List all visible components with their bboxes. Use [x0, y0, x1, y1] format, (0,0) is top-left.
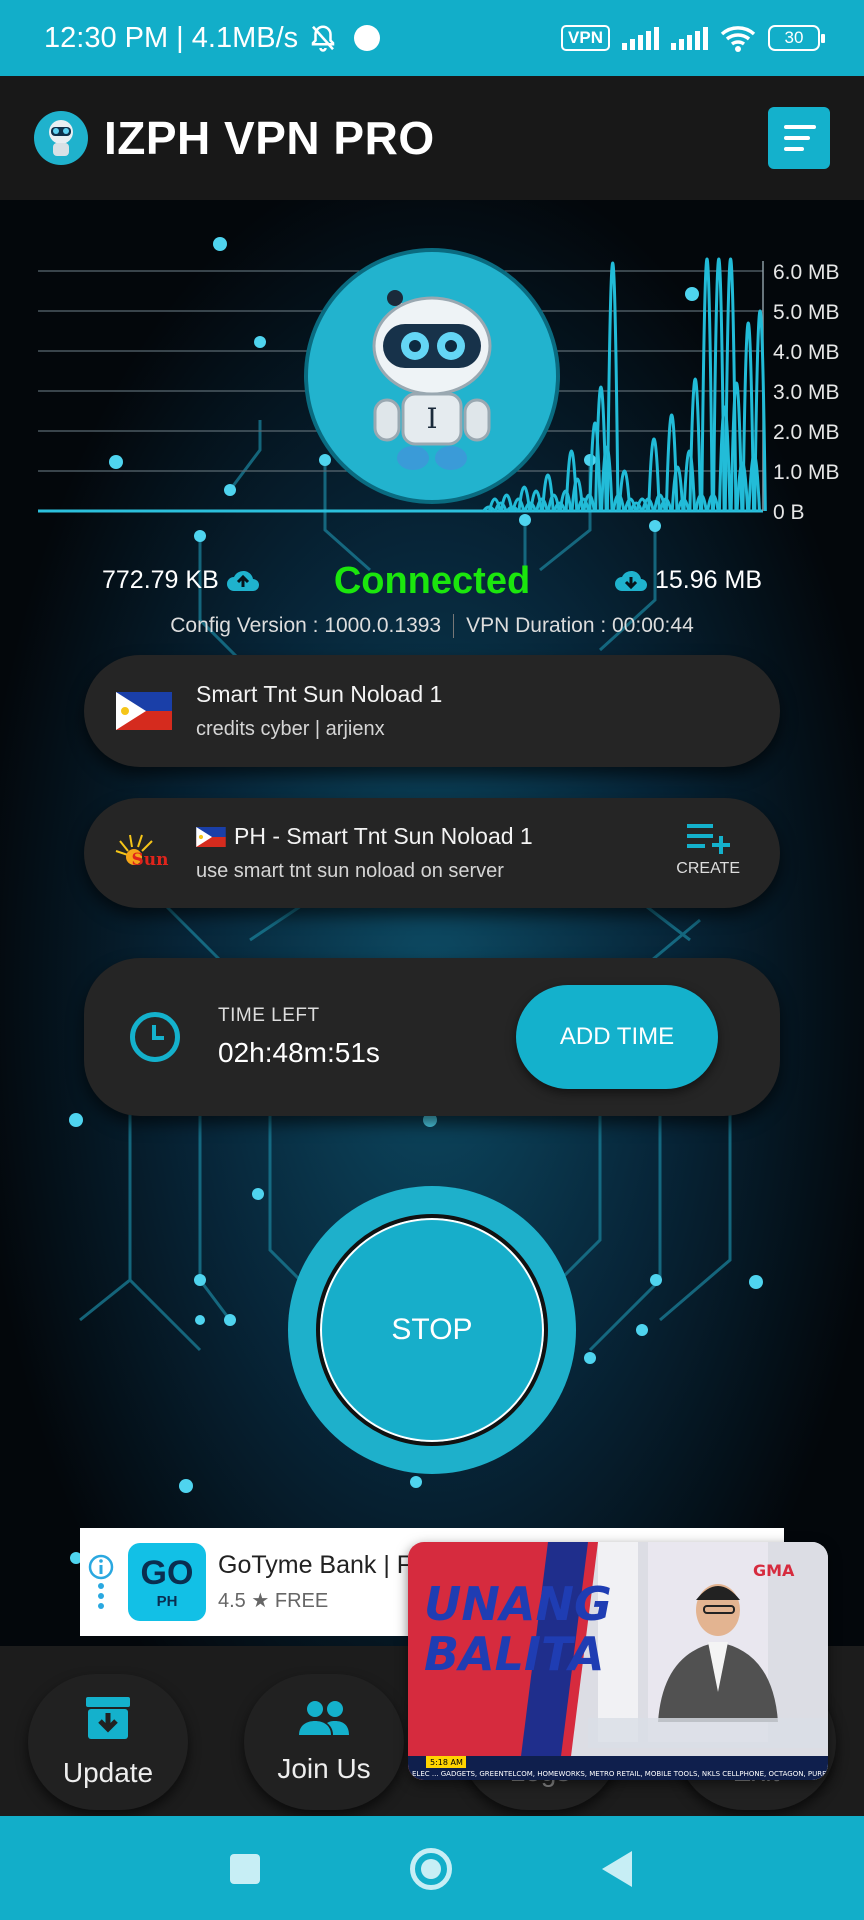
svg-text:I: I [426, 402, 437, 435]
svg-text:UNANG: UNANG [424, 1577, 612, 1631]
svg-text:BALITA: BALITA [424, 1627, 605, 1681]
robot-mascot: I [308, 252, 556, 500]
philippines-flag-icon [196, 826, 226, 847]
config-info: Config Version : 1000.0.1393 VPN Duration… [0, 614, 864, 639]
svg-text:5:18 AM: 5:18 AM [430, 1758, 463, 1767]
ad-app-logo: GO PH [128, 1543, 206, 1621]
home-icon[interactable] [410, 1848, 452, 1890]
create-label: CREATE [676, 860, 740, 877]
time-left-value: 02h:48m:51s [218, 1037, 380, 1068]
info-icon[interactable] [87, 1553, 115, 1581]
main-content: 6.0 MB 5.0 MB 4.0 MB 3.0 MB 2.0 MB 1.0 MB 0 B … [0, 200, 864, 1646]
chart-y-tick-label: 6.0 MB [773, 261, 840, 284]
stop-button[interactable]: STOP [288, 1186, 576, 1474]
back-icon[interactable] [602, 1851, 632, 1887]
chart-y-tick-label: 2.0 MB [773, 421, 840, 444]
chart-traffic-spike [700, 257, 714, 512]
chart-traffic-spike [753, 309, 767, 512]
sun-logo: Sun [114, 833, 174, 873]
chart-traffic-spike [711, 257, 726, 512]
svg-text:Sun: Sun [132, 850, 169, 870]
dot-icon [354, 25, 381, 51]
network-subtitle: use smart tnt sun noload on server [196, 860, 504, 882]
app-title: IZPH VPN PRO [104, 112, 435, 164]
battery-icon: 30 [768, 25, 825, 51]
svg-text:GMA: GMA [753, 1561, 795, 1580]
robot-icon: I [372, 290, 492, 470]
archive-download-icon [86, 1697, 130, 1739]
wifi-icon [720, 26, 756, 52]
playlist-add-icon [687, 824, 731, 854]
time-left-label: TIME LEFT [218, 1005, 320, 1026]
chart-y-tick-label: 4.0 MB [773, 341, 840, 364]
download-stat: 15.96 MB [613, 566, 762, 595]
chart-traffic-spike [605, 261, 620, 512]
pip-video-player[interactable]: UNANG BALITA GMA 5:18 AM ELEC ... GADGET… [408, 1542, 828, 1780]
chart-traffic-spike [541, 473, 555, 512]
system-nav-bar [0, 1816, 864, 1920]
chart-traffic-spike [617, 469, 632, 512]
chart-y-tick-label: 3.0 MB [773, 381, 840, 404]
clock-icon [130, 1012, 180, 1062]
chart-traffic-spike [664, 413, 679, 512]
chart-y-tick-label: 5.0 MB [773, 301, 840, 324]
ad-rating: 4.5 ★ FREE [218, 1590, 329, 1612]
nav-update[interactable]: Update [28, 1674, 188, 1810]
stop-label: STOP [323, 1221, 541, 1439]
news-broadcast-frame: UNANG BALITA GMA 5:18 AM ELEC ... GADGET… [408, 1542, 828, 1780]
app-logo [34, 111, 88, 165]
create-button[interactable]: CREATE [676, 820, 740, 878]
chart-y-tick-label: 0 B [773, 501, 805, 524]
nav-join-us[interactable]: Join Us [244, 1674, 404, 1810]
bell-muted-icon [311, 25, 335, 52]
nav-join-us-label: Join Us [277, 1753, 371, 1784]
download-value: 15.96 MB [654, 566, 762, 594]
hamburger-menu-icon [784, 125, 816, 129]
chart-y-tick-label: 1.0 MB [773, 461, 840, 484]
vpn-duration: VPN Duration : 00:00:44 [466, 614, 694, 637]
signal-icon [671, 26, 708, 50]
status-time-speed: 12:30 PM | 4.1MB/s [44, 21, 299, 54]
cloud-download-icon [614, 570, 647, 591]
server-selector[interactable]: Smart Tnt Sun Noload 1 credits cyber | a… [84, 655, 780, 767]
server-subtitle: credits cyber | arjienx [196, 718, 385, 740]
status-bar: 12:30 PM | 4.1MB/s VPN 30 [0, 0, 864, 76]
app-bar: IZPH VPN PRO [0, 76, 864, 200]
add-time-button[interactable]: ADD TIME [516, 985, 718, 1089]
traffic-stats: 772.79 KB Connected 15.96 MB [0, 560, 864, 610]
config-version: Config Version : 1000.0.1393 [170, 614, 442, 637]
more-vertical-icon[interactable] [96, 1581, 106, 1611]
network-selector[interactable]: Sun PH - Smart Tnt Sun Noload 1 use smar… [84, 798, 780, 908]
philippines-flag-icon [116, 692, 172, 730]
svg-text:ELEC ... GADGETS, GREENTELCOM,: ELEC ... GADGETS, GREENTELCOM, HOMEWORKS… [412, 1770, 828, 1778]
people-icon [299, 1701, 349, 1735]
chart-traffic-spike [688, 377, 703, 512]
time-left-card: TIME LEFT 02h:48m:51s ADD TIME [84, 958, 780, 1116]
server-title: Smart Tnt Sun Noload 1 [196, 681, 443, 707]
recents-icon[interactable] [230, 1854, 260, 1884]
ad-title: GoTyme Bank | F [218, 1551, 413, 1579]
vpn-badge: VPN [561, 25, 610, 51]
network-title: PH - Smart Tnt Sun Noload 1 [234, 823, 533, 849]
nav-update-label: Update [62, 1757, 154, 1788]
signal-icon [622, 26, 659, 50]
menu-button[interactable] [768, 107, 830, 169]
